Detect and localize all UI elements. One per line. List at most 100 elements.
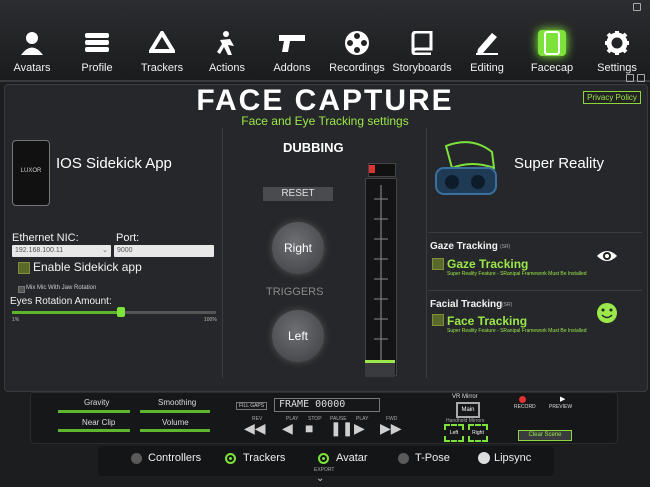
nav-label: Avatars <box>13 62 51 74</box>
person-icon <box>18 30 46 56</box>
left-trigger-button[interactable]: Left <box>272 310 324 362</box>
divider <box>222 128 223 378</box>
eye-rotation-label: Eyes Rotation Amount: <box>10 296 112 307</box>
eye-icon <box>596 249 618 268</box>
controllers-radio[interactable] <box>131 453 142 464</box>
stop-button[interactable]: ■ <box>305 420 313 436</box>
volume-slider[interactable] <box>140 429 210 432</box>
eye-min-label: 1% <box>12 317 20 323</box>
lipsync-label: Lipsync <box>494 452 532 464</box>
facial-badge: (SR) <box>502 302 513 308</box>
lock-icon <box>633 3 641 11</box>
avatar-radio[interactable] <box>318 453 329 464</box>
facial-header: Facial Tracking <box>430 299 503 310</box>
record-label: RECORD <box>514 404 536 410</box>
reset-button[interactable]: RESET <box>263 187 333 201</box>
gaze-note: Super Reality Feature - SRanipal Framewo… <box>447 271 587 277</box>
nav-facecap[interactable]: Facecap <box>520 30 584 74</box>
mix-mic-checkbox[interactable] <box>18 286 25 293</box>
dubbing-level-slider[interactable] <box>365 178 397 376</box>
tpose-radio[interactable] <box>398 453 409 464</box>
nav-storyboards[interactable]: Storyboards <box>390 30 454 74</box>
page-subtitle: Face and Eye Tracking settings <box>241 114 409 128</box>
frame-label: FRAME <box>279 399 310 410</box>
divider <box>428 232 642 233</box>
nav-label: Storyboards <box>392 62 452 74</box>
nav-profile[interactable]: Profile <box>65 30 129 74</box>
privacy-policy-button[interactable]: Privacy Policy <box>583 91 641 104</box>
port-label: Port: <box>116 232 140 244</box>
nav-avatars[interactable]: Avatars <box>0 30 64 74</box>
nav-label: Editing <box>470 62 504 74</box>
gravity-slider[interactable] <box>58 410 130 413</box>
film-reel-icon <box>343 30 371 56</box>
rewind-button[interactable]: ◀◀ <box>244 420 266 437</box>
nav-label: Recordings <box>329 62 385 74</box>
gaze-tracking-label: Gaze Tracking <box>447 257 529 271</box>
nav-actions[interactable]: Actions <box>195 30 259 74</box>
mix-mic-label: Mix Mic With Jaw Rotation <box>26 285 97 291</box>
gaze-header: Gaze Tracking <box>430 241 498 252</box>
gun-icon <box>278 30 306 56</box>
nearclip-slider[interactable] <box>58 429 130 432</box>
lock-icon <box>637 74 645 82</box>
nav-addons[interactable]: Addons <box>260 30 324 74</box>
nic-select[interactable]: 192.168.100.11 <box>12 245 111 257</box>
fast-forward-button[interactable]: ▶▶ <box>380 420 402 437</box>
chevron-down-icon[interactable]: ⌄ <box>316 473 324 484</box>
port-field[interactable]: 9000 <box>114 245 214 257</box>
record-icon[interactable] <box>519 396 526 403</box>
smiley-icon <box>596 302 618 329</box>
nav-label: Profile <box>81 62 113 74</box>
play-button[interactable]: ▶ <box>354 420 365 437</box>
dubbing-slider-handle[interactable] <box>365 360 395 377</box>
book-icon <box>408 30 436 56</box>
gaze-tracking-checkbox[interactable] <box>432 258 444 270</box>
left-mirror-button[interactable]: Left <box>444 424 464 442</box>
nav-editing[interactable]: Editing <box>455 30 519 74</box>
trackers-label: Trackers <box>243 452 286 464</box>
enable-sidekick-checkbox[interactable] <box>18 262 30 274</box>
eye-rotation-handle[interactable] <box>117 307 125 317</box>
face-tracking-checkbox[interactable] <box>432 314 444 326</box>
chevron-down-icon: ⌄ <box>102 247 108 254</box>
pause-button[interactable]: ❚❚ <box>330 420 353 437</box>
preview-label: PREVIEW <box>549 404 573 410</box>
super-reality-title: Super Reality <box>514 155 605 172</box>
vr-headset-image <box>432 138 506 206</box>
face-capture-panel <box>4 84 648 392</box>
enable-sidekick-label: Enable Sidekick app <box>33 260 142 274</box>
nav-trackers[interactable]: Trackers <box>130 30 194 74</box>
tracker-icon <box>148 30 176 56</box>
nic-label: Ethernet NIC: <box>12 232 79 244</box>
right-mirror-button[interactable]: Right <box>468 424 488 442</box>
microphone-icon[interactable] <box>478 452 490 464</box>
preview-play-icon[interactable]: ▶ <box>560 395 565 403</box>
nav-label: Trackers <box>140 62 184 74</box>
fill-gaps-select[interactable]: FILL GAPS <box>236 402 268 410</box>
actions-icon <box>213 30 241 56</box>
avatar-label: Avatar <box>336 452 368 464</box>
play-reverse-button[interactable]: ◀ <box>282 420 293 437</box>
face-tracking-label: Face Tracking <box>447 314 528 328</box>
controllers-label: Controllers <box>148 452 202 464</box>
volume-label: Volume <box>162 418 189 427</box>
ios-section-title: IOS Sidekick App <box>56 155 172 172</box>
pencil-icon <box>473 30 501 56</box>
smoothing-label: Smoothing <box>158 398 197 407</box>
right-trigger-button[interactable]: Right <box>272 222 324 274</box>
phone-icon <box>538 30 566 56</box>
trackers-radio[interactable] <box>225 453 236 464</box>
nav-label: Actions <box>208 62 246 74</box>
divider <box>426 128 427 378</box>
smoothing-slider[interactable] <box>140 410 210 413</box>
nearclip-label: Near Clip <box>82 418 116 427</box>
main-mirror-button[interactable]: Main <box>456 402 480 418</box>
triggers-label: TRIGGERS <box>266 286 324 298</box>
eye-max-label: 100% <box>204 317 217 323</box>
clear-scene-button[interactable]: Clear Scene <box>518 430 572 441</box>
eye-rotation-track[interactable] <box>120 311 216 314</box>
nav-recordings[interactable]: Recordings <box>325 30 389 74</box>
top-nav: Avatars Profile Trackers Actions Addons … <box>0 0 650 82</box>
nav-settings[interactable]: Settings <box>585 30 649 74</box>
